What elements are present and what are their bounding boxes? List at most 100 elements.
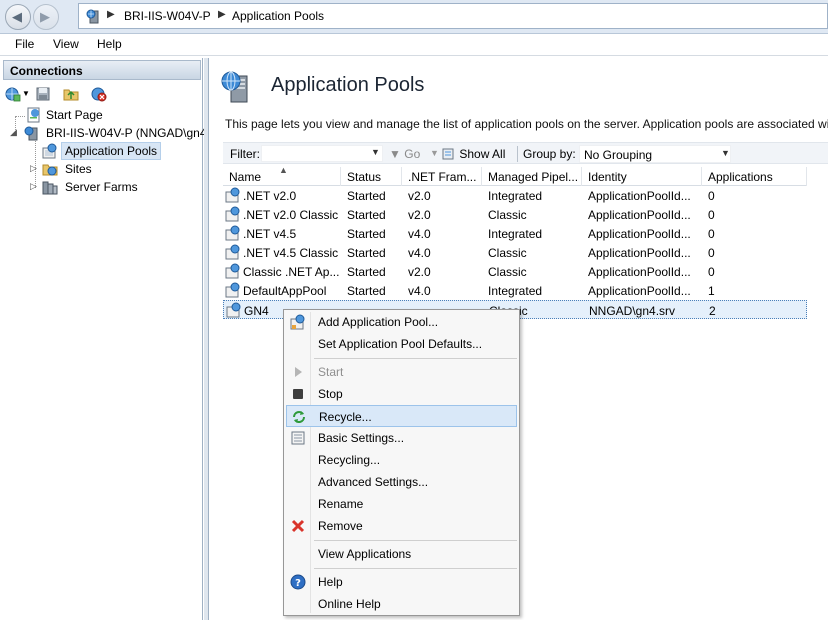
tree-label: Application Pools (61, 142, 162, 160)
menu-item-label: Rename (318, 497, 364, 511)
basic-settings-icon (291, 431, 305, 445)
go-button[interactable]: ▼ Go (389, 147, 420, 161)
menu-item-label: Start (318, 365, 344, 379)
menu-separator (314, 358, 517, 359)
connect-globe-icon[interactable] (5, 86, 21, 102)
expand-arrow-icon[interactable]: ▷ (30, 163, 37, 174)
menu-online-help[interactable]: Online Help (286, 593, 517, 615)
cell-net: v4.0 (408, 284, 431, 298)
column-name[interactable]: Name ▲ (223, 167, 341, 186)
table-row[interactable]: .NET v2.0 Started v2.0 Integrated Applic… (223, 186, 807, 205)
table-row[interactable]: DefaultAppPool Started v4.0 Integrated A… (223, 281, 807, 300)
add-pool-icon (290, 314, 305, 330)
grid-header: Name ▲ Status .NET Fram... Managed Pipel… (223, 167, 807, 186)
server-farms-icon (42, 181, 58, 195)
menu-recycling[interactable]: Recycling... (286, 449, 517, 471)
cell-name: .NET v4.5 (243, 227, 297, 241)
tree-label: BRI-IIS-W04V-P (NNGAD\gn4 (46, 126, 207, 140)
table-row[interactable]: .NET v2.0 Classic Started v2.0 Classic A… (223, 205, 807, 224)
cell-identity: ApplicationPoolId... (588, 189, 691, 203)
forward-button[interactable]: ▶ (33, 4, 59, 30)
start-play-icon (295, 367, 302, 377)
menu-add-application-pool[interactable]: Add Application Pool... (286, 311, 517, 333)
menu-item-label: Online Help (318, 597, 381, 611)
column-managed-pipeline[interactable]: Managed Pipel... (482, 167, 582, 186)
cell-status: Started (347, 265, 386, 279)
back-arrow-icon: ◀ (12, 9, 22, 24)
server-icon (24, 126, 38, 141)
menu-help[interactable]: Help (97, 37, 122, 51)
cell-applications: 0 (708, 208, 715, 222)
filter-input[interactable] (261, 145, 383, 162)
menu-recycle[interactable]: Recycle... (286, 405, 517, 427)
connections-toolbar: ▼ (3, 82, 201, 106)
breadcrumb-application-pools[interactable]: Application Pools (232, 9, 324, 23)
svg-text:?: ? (295, 578, 301, 589)
cell-net: v4.0 (408, 246, 431, 260)
forward-arrow-icon: ▶ (40, 9, 50, 24)
cell-identity: ApplicationPoolId... (588, 284, 691, 298)
cell-pipeline: Classic (488, 246, 527, 260)
menu-file[interactable]: File (15, 37, 34, 51)
go-dropdown-icon[interactable]: ▼ (430, 148, 439, 158)
cell-name: .NET v4.5 Classic (243, 246, 339, 260)
group-by-select[interactable]: No Grouping (579, 145, 731, 163)
save-icon[interactable] (35, 86, 51, 102)
column-net-framework[interactable]: .NET Fram... (402, 167, 482, 186)
app-pool-icon (225, 282, 240, 298)
group-by-label: Group by: (523, 147, 576, 161)
menu-rename[interactable]: Rename (286, 493, 517, 515)
breadcrumb-server[interactable]: BRI-IIS-W04V-P (124, 9, 211, 23)
column-applications[interactable]: Applications (702, 167, 807, 186)
cell-status: Started (347, 284, 386, 298)
menu-stop[interactable]: Stop (286, 383, 517, 405)
menu-view[interactable]: View (53, 37, 79, 51)
go-label: Go (404, 147, 421, 161)
application-pools-icon (42, 143, 57, 159)
table-row[interactable]: .NET v4.5 Classic Started v4.0 Classic A… (223, 243, 807, 262)
cell-identity: ApplicationPoolId... (588, 208, 691, 222)
expand-arrow-icon[interactable]: ▷ (30, 181, 37, 192)
cell-name: DefaultAppPool (243, 284, 327, 298)
filter-dropdown-icon[interactable]: ▼ (371, 147, 380, 157)
menu-view-applications[interactable]: View Applications (286, 543, 517, 565)
column-label: Name (229, 170, 262, 184)
menu-item-label: View Applications (318, 547, 412, 561)
breadcrumb-separator-icon: ▶ (218, 9, 226, 20)
cell-pipeline: Integrated (488, 189, 543, 203)
cell-identity: ApplicationPoolId... (588, 265, 691, 279)
cell-identity: NNGAD\gn4.srv (589, 304, 676, 318)
connect-dropdown-icon[interactable]: ▼ (22, 89, 30, 98)
menu-help[interactable]: ? Help (286, 571, 517, 593)
back-button[interactable]: ◀ (5, 4, 31, 30)
group-by-dropdown-icon[interactable]: ▼ (721, 148, 730, 158)
column-status[interactable]: Status (341, 167, 402, 186)
cell-identity: ApplicationPoolId... (588, 246, 691, 260)
cell-name: Classic .NET Ap... (243, 265, 340, 279)
connections-pane: Connections ▼ Start Page ◢ BRI-IIS-W04V-… (0, 58, 207, 620)
table-row[interactable]: Classic .NET Ap... Started v2.0 Classic … (223, 262, 807, 281)
address-field[interactable]: ▶ BRI-IIS-W04V-P ▶ Application Pools (78, 3, 828, 29)
cell-status: Started (347, 208, 386, 222)
menu-item-label: Recycling... (318, 453, 381, 467)
show-all-button[interactable]: Show All (442, 147, 505, 161)
menu-advanced-settings[interactable]: Advanced Settings... (286, 471, 517, 493)
column-identity[interactable]: Identity (582, 167, 702, 186)
filter-label: Filter: (230, 147, 260, 161)
menu-basic-settings[interactable]: Basic Settings... (286, 427, 517, 449)
app-pool-icon (225, 263, 240, 279)
up-folder-icon[interactable] (63, 86, 79, 102)
cell-name: GN4 (244, 304, 269, 318)
cell-pipeline: Integrated (488, 284, 543, 298)
cell-net: v2.0 (408, 189, 431, 203)
cell-pipeline: Classic (488, 265, 527, 279)
collapse-arrow-icon[interactable]: ◢ (10, 127, 17, 138)
menu-separator (314, 568, 517, 569)
cell-status: Started (347, 227, 386, 241)
menu-remove[interactable]: Remove (286, 515, 517, 537)
table-row[interactable]: .NET v4.5 Started v4.0 Integrated Applic… (223, 224, 807, 243)
menu-bar: File View Help (0, 34, 828, 56)
app-pool-icon (225, 206, 240, 222)
disconnect-icon[interactable] (91, 86, 107, 102)
menu-set-pool-defaults[interactable]: Set Application Pool Defaults... (286, 333, 517, 355)
